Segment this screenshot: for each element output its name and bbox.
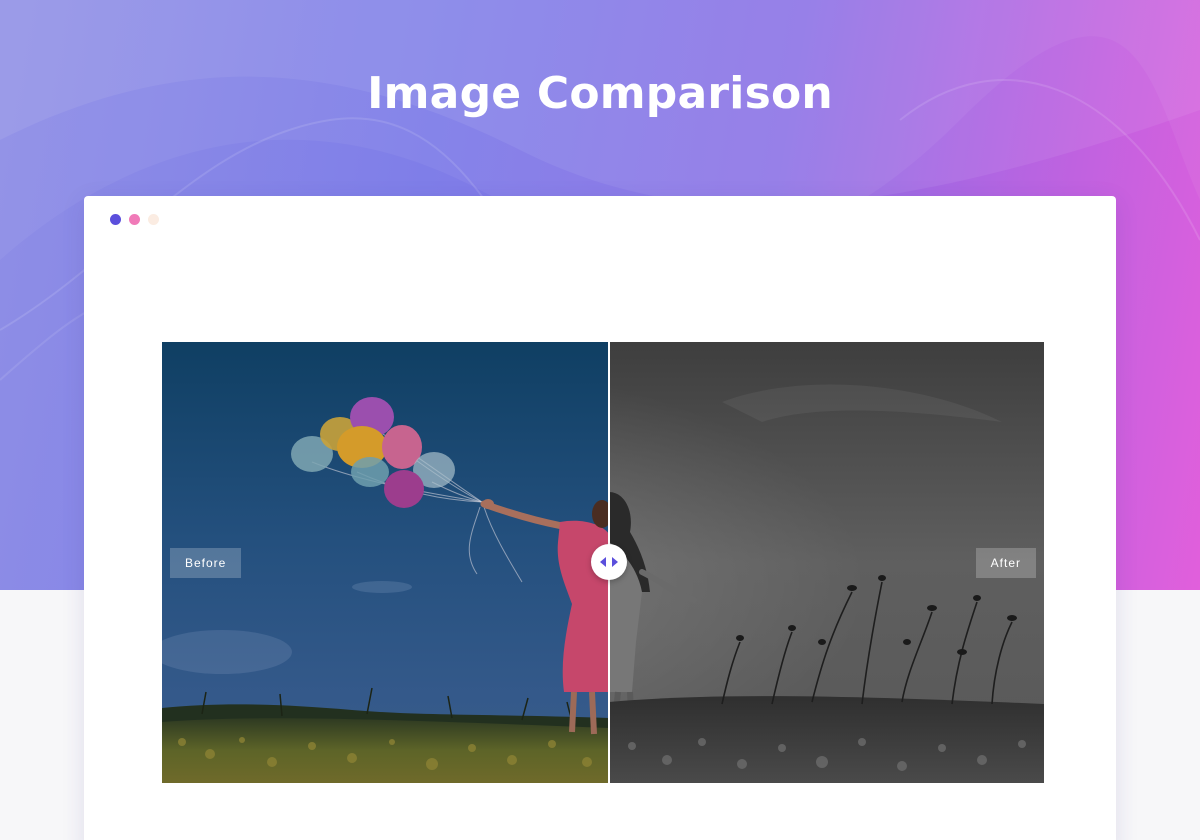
image-comparison-viewer[interactable]: Before After: [162, 342, 1044, 783]
before-label: Before: [170, 548, 242, 578]
page-title: Image Comparison: [367, 68, 833, 119]
window-minimize-dot[interactable]: [129, 214, 140, 225]
window-close-dot[interactable]: [110, 214, 121, 225]
after-label: After: [975, 548, 1036, 578]
window-maximize-dot[interactable]: [148, 214, 159, 225]
browser-window: Before After: [84, 196, 1116, 840]
window-controls: [110, 214, 159, 225]
comparison-slider-handle[interactable]: [591, 544, 627, 580]
left-right-arrows-icon: [600, 557, 618, 567]
